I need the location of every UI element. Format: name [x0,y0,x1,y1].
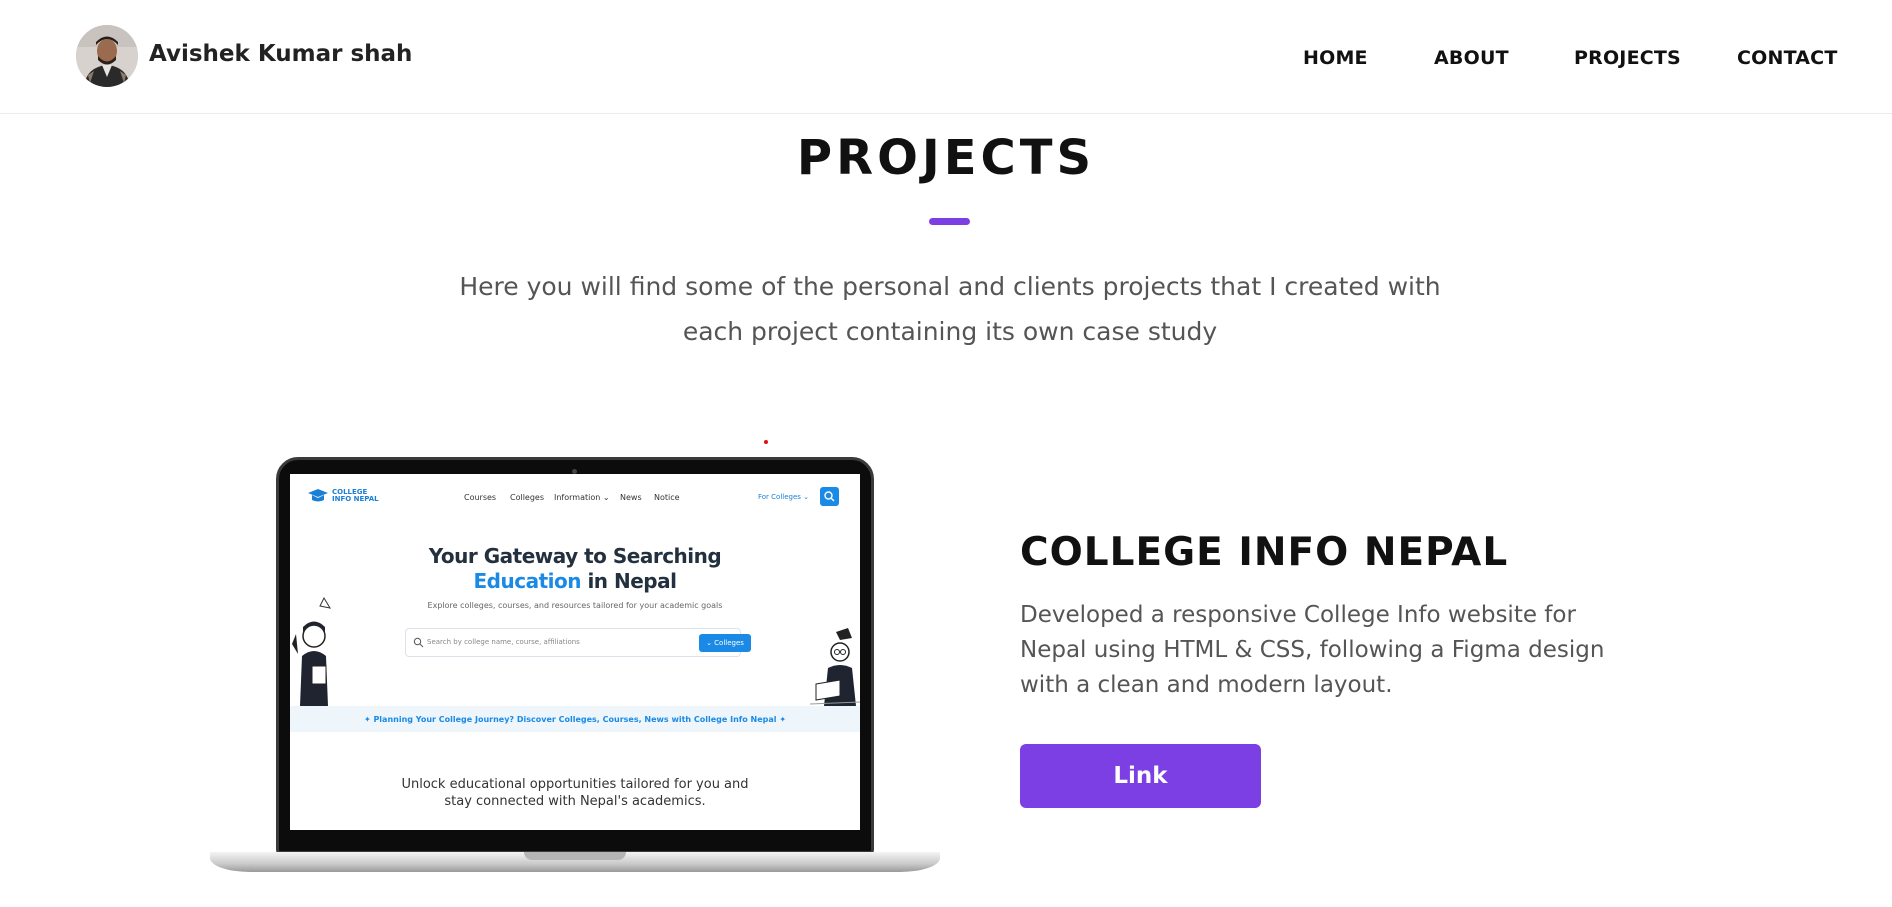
preview-banner-text: ✦ Planning Your College Journey? Discove… [363,715,787,724]
project-description: Developed a responsive College Info webs… [1020,602,1605,698]
project-preview-screen[interactable]: COLLEGE INFO NEPAL Courses Colleges Info… [290,474,860,830]
nav-projects[interactable]: PROJECTS [1574,47,1681,69]
preview-nav-courses: Courses [464,493,497,502]
preview-nav-notice: Notice [654,493,680,502]
preview-hero-rest: in Nepal [580,569,677,593]
preview-banner: ✦ Planning Your College Journey? Discove… [290,706,860,732]
preview-search-placeholder: Search by college name, course, affiliat… [427,638,580,646]
site-header: Avishek Kumar shah HOME ABOUT PROJECTS C… [0,0,1892,114]
preview-nav-news: News [620,493,642,502]
title-underline [929,218,970,225]
project-title: COLLEGE INFO NEPAL [1020,530,1509,575]
red-dot [764,440,768,444]
preview-logo-line2: INFO NEPAL [332,495,379,503]
preview-nav-information: Information ⌄ [554,493,610,502]
nav-about[interactable]: ABOUT [1434,47,1509,69]
preview-logo-text: COLLEGE INFO NEPAL [332,489,379,503]
profile-photo-icon [76,25,138,87]
student-illustration-right-icon [810,628,860,706]
nav-contact[interactable]: CONTACT [1737,47,1838,69]
laptop-notch [524,852,626,860]
preview-search-bar: Search by college name, course, affiliat… [405,628,751,657]
section-description: Here you will find some of the personal … [459,272,1441,346]
brand-name[interactable]: Avishek Kumar shah [149,41,412,67]
graduation-cap-icon [306,488,330,509]
preview-subtitle: Explore colleges, courses, and resources… [427,601,723,610]
preview-unlock-text: Unlock educational opportunities tailore… [401,777,749,809]
preview-hero-highlight: Education [473,569,582,593]
student-illustration-left-icon [292,596,332,706]
preview-hero-line2: Education in Nepal [290,569,860,593]
project-link-button[interactable]: Link [1020,744,1261,808]
preview-for-colleges: For Colleges ⌄ [758,493,810,501]
preview-hero-line1: Your Gateway to Searching [428,544,722,568]
section-title: PROJECTS [796,130,1096,186]
preview-magnifier-icon [413,637,424,648]
nav-home[interactable]: HOME [1303,47,1368,69]
preview-nav-colleges: Colleges [510,493,545,502]
preview-search-icon [820,487,839,506]
avatar[interactable] [76,25,138,87]
preview-colleges-button: ⌄ Colleges [699,634,751,652]
